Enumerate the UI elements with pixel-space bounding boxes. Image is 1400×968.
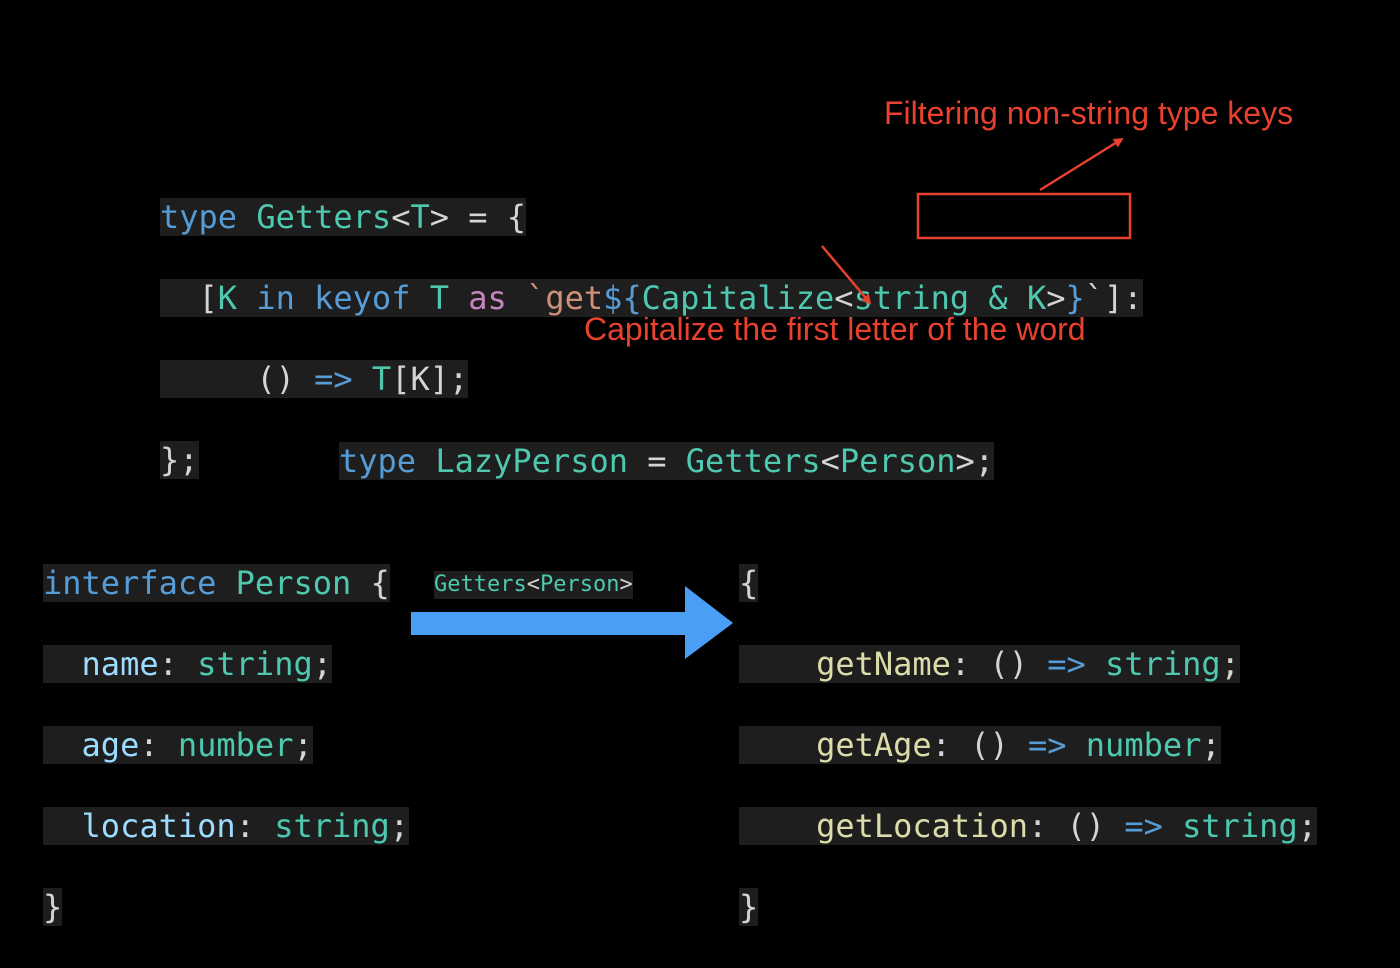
field-name: location xyxy=(81,806,236,845)
parens: () xyxy=(1066,806,1125,845)
string-and-k-highlight-box xyxy=(916,192,1132,240)
semicolon: ; xyxy=(1297,806,1317,845)
filter-annotation-arrow xyxy=(1039,137,1124,192)
field-row: location: string; xyxy=(43,806,410,845)
method-row: getLocation: () => string; xyxy=(739,806,1317,845)
colon: : xyxy=(235,806,275,845)
return-type: string xyxy=(1162,806,1298,845)
close-brace: } xyxy=(43,887,63,926)
arrow-token: => xyxy=(1124,806,1163,845)
capitalize-annotation-arrow xyxy=(821,245,872,305)
transform-arrow xyxy=(411,586,733,659)
semicolon: ; xyxy=(389,806,410,845)
colon: : xyxy=(1027,806,1067,845)
close-brace: } xyxy=(739,887,759,926)
method-name: getLocation xyxy=(816,806,1028,845)
annotation-overlay xyxy=(411,137,1132,659)
field-type: string xyxy=(274,806,390,845)
